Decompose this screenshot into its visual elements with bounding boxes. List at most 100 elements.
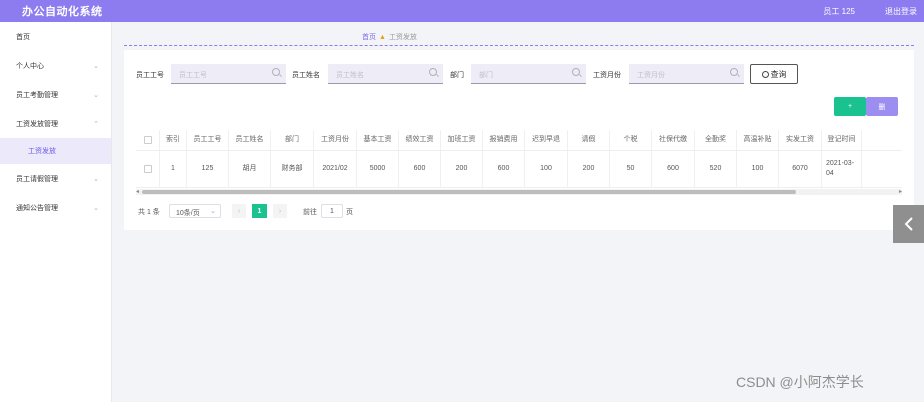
- sidebar-item-label: 工资发放管理: [16, 120, 58, 128]
- sidebar-item-label: 员工请假管理: [16, 175, 58, 183]
- add-button[interactable]: +: [834, 97, 866, 116]
- add-button-label: +: [847, 103, 853, 110]
- sidebar-item-label: 员工考勤管理: [16, 91, 58, 99]
- scrollbar-thumb[interactable]: [142, 190, 796, 194]
- emp-no-input[interactable]: 员工工号: [171, 64, 286, 84]
- table-header: 基本工资: [357, 130, 399, 150]
- table-header: 部门: [271, 130, 314, 150]
- table-header: 高温补贴: [737, 130, 779, 150]
- chevron-right-icon: ›: [278, 207, 282, 215]
- sidebar-item-leave[interactable]: 员工请假管理 ⌄: [0, 164, 111, 193]
- chevron-up-icon: ⌃: [93, 120, 99, 128]
- chevron-down-icon: ⌄: [93, 62, 99, 70]
- row-checkbox[interactable]: [143, 165, 152, 173]
- table-header: 报销费用: [483, 130, 525, 150]
- table-header: 索引: [160, 130, 187, 150]
- chevron-down-icon: ⌄: [210, 208, 216, 215]
- query-button-label: 查询: [770, 69, 787, 79]
- pagination: 共 1 条 10条/页 ⌄ ‹ 1 › 前往 1 页: [136, 204, 436, 218]
- table-header: 请假: [568, 130, 610, 150]
- chevron-down-icon: ⌄: [93, 204, 99, 212]
- table-header: 加班工资: [441, 130, 483, 150]
- top-bar: 办公自动化系统 员工 125 退出登录: [0, 0, 924, 22]
- scroll-left-icon[interactable]: ◂: [136, 189, 139, 195]
- search-icon: [761, 70, 769, 78]
- sidebar-item-label: 通知公告管理: [16, 204, 58, 212]
- current-user[interactable]: 员工 125: [823, 6, 855, 17]
- breadcrumb: 首页 ▲ 工资发放: [362, 32, 417, 42]
- prev-page-button[interactable]: ‹: [232, 204, 246, 218]
- breadcrumb-home[interactable]: 首页: [362, 32, 376, 42]
- sidebar-item-salary[interactable]: 工资发放管理 ⌃: [0, 109, 111, 138]
- breadcrumb-current: 工资发放: [388, 34, 417, 41]
- select-all-checkbox[interactable]: [143, 136, 152, 144]
- table-row[interactable]: 1 125 胡月 财务部 2021/02 5000 600 200 600 10…: [136, 151, 902, 188]
- search-icon: [572, 68, 580, 76]
- page-number-button[interactable]: 1: [252, 204, 267, 218]
- table-cell: 2021-03-04: [822, 151, 862, 187]
- table-header: 登记时间: [822, 130, 862, 150]
- delete-button-label: 删: [878, 103, 886, 111]
- sidebar-item-personal-center[interactable]: 个人中心 ⌄: [0, 51, 111, 80]
- table-cell: 5000: [357, 151, 399, 187]
- table-cell: 1: [160, 151, 187, 187]
- table-header: 个税: [610, 130, 652, 150]
- search-icon: [730, 68, 738, 76]
- logout-link[interactable]: 退出登录: [885, 6, 917, 17]
- chevron-left-icon: [904, 217, 913, 231]
- goto-label: 前往: [303, 209, 317, 216]
- emp-name-input[interactable]: 员工姓名: [328, 64, 443, 84]
- sidebar-item-attendance[interactable]: 员工考勤管理 ⌄: [0, 80, 111, 109]
- table-cell: 2021/02: [314, 151, 357, 187]
- page-size-value: 10条/页: [176, 210, 200, 217]
- table-header: 实发工资: [779, 130, 822, 150]
- page-size-select[interactable]: 10条/页 ⌄: [169, 204, 221, 218]
- emp-no-label: 员工工号: [136, 72, 164, 79]
- table-header: 全勤奖: [695, 130, 737, 150]
- side-panel-toggle[interactable]: [893, 205, 924, 243]
- table-header: 社保代缴: [652, 130, 695, 150]
- table-header: 员工姓名: [229, 130, 271, 150]
- table-cell: 50: [610, 151, 652, 187]
- chevron-down-icon: ⌄: [93, 175, 99, 183]
- table-cell: 财务部: [271, 151, 314, 187]
- goto-page-input[interactable]: 1: [321, 204, 343, 218]
- row-checkbox-cell: [136, 151, 160, 187]
- delete-button[interactable]: 删: [866, 97, 898, 116]
- dept-input[interactable]: 部门: [471, 64, 586, 84]
- breadcrumb-separator-icon: ▲: [379, 33, 386, 41]
- watermark: CSDN @小阿杰学长: [736, 374, 864, 390]
- emp-name-placeholder: 员工姓名: [336, 72, 364, 79]
- table-cell: 125: [187, 151, 229, 187]
- horizontal-scrollbar[interactable]: ◂ ▸: [136, 189, 902, 195]
- select-all-checkbox-cell: [136, 130, 160, 150]
- table-cell: 200: [568, 151, 610, 187]
- sidebar: 首页 个人中心 ⌄ 员工考勤管理 ⌄ 工资发放管理 ⌃ 工资发放 员工请假管理 …: [0, 22, 112, 402]
- table-header-row: 索引 员工工号 员工姓名 部门 工资月份 基本工资 绩效工资 加班工资 报销费用…: [136, 130, 902, 151]
- emp-no-placeholder: 员工工号: [179, 72, 207, 79]
- scroll-right-icon[interactable]: ▸: [899, 189, 902, 195]
- table-cell: 520: [695, 151, 737, 187]
- app-title: 办公自动化系统: [22, 6, 103, 18]
- chevron-down-icon: ⌄: [93, 91, 99, 99]
- month-label: 工资月份: [593, 72, 621, 79]
- table-header: 迟到早退: [525, 130, 568, 150]
- table-header: 工资月份: [314, 130, 357, 150]
- table-cell: 100: [737, 151, 779, 187]
- month-input[interactable]: 工资月份: [629, 64, 744, 84]
- sidebar-item-notice[interactable]: 通知公告管理 ⌄: [0, 193, 111, 222]
- query-button[interactable]: 查询: [750, 64, 798, 84]
- table-header: 绩效工资: [399, 130, 441, 150]
- chevron-left-icon: ‹: [237, 207, 241, 215]
- divider: [124, 45, 914, 46]
- search-icon: [429, 68, 437, 76]
- table-cell: 600: [652, 151, 695, 187]
- sidebar-item-home[interactable]: 首页: [0, 22, 111, 51]
- dept-placeholder: 部门: [479, 72, 493, 79]
- table-header: 员工工号: [187, 130, 229, 150]
- table-cell: 胡月: [229, 151, 271, 187]
- page-suffix: 页: [346, 209, 353, 216]
- sidebar-subitem-salary-payment[interactable]: 工资发放: [0, 138, 111, 164]
- next-page-button[interactable]: ›: [273, 204, 287, 218]
- sidebar-item-label: 首页: [16, 33, 30, 41]
